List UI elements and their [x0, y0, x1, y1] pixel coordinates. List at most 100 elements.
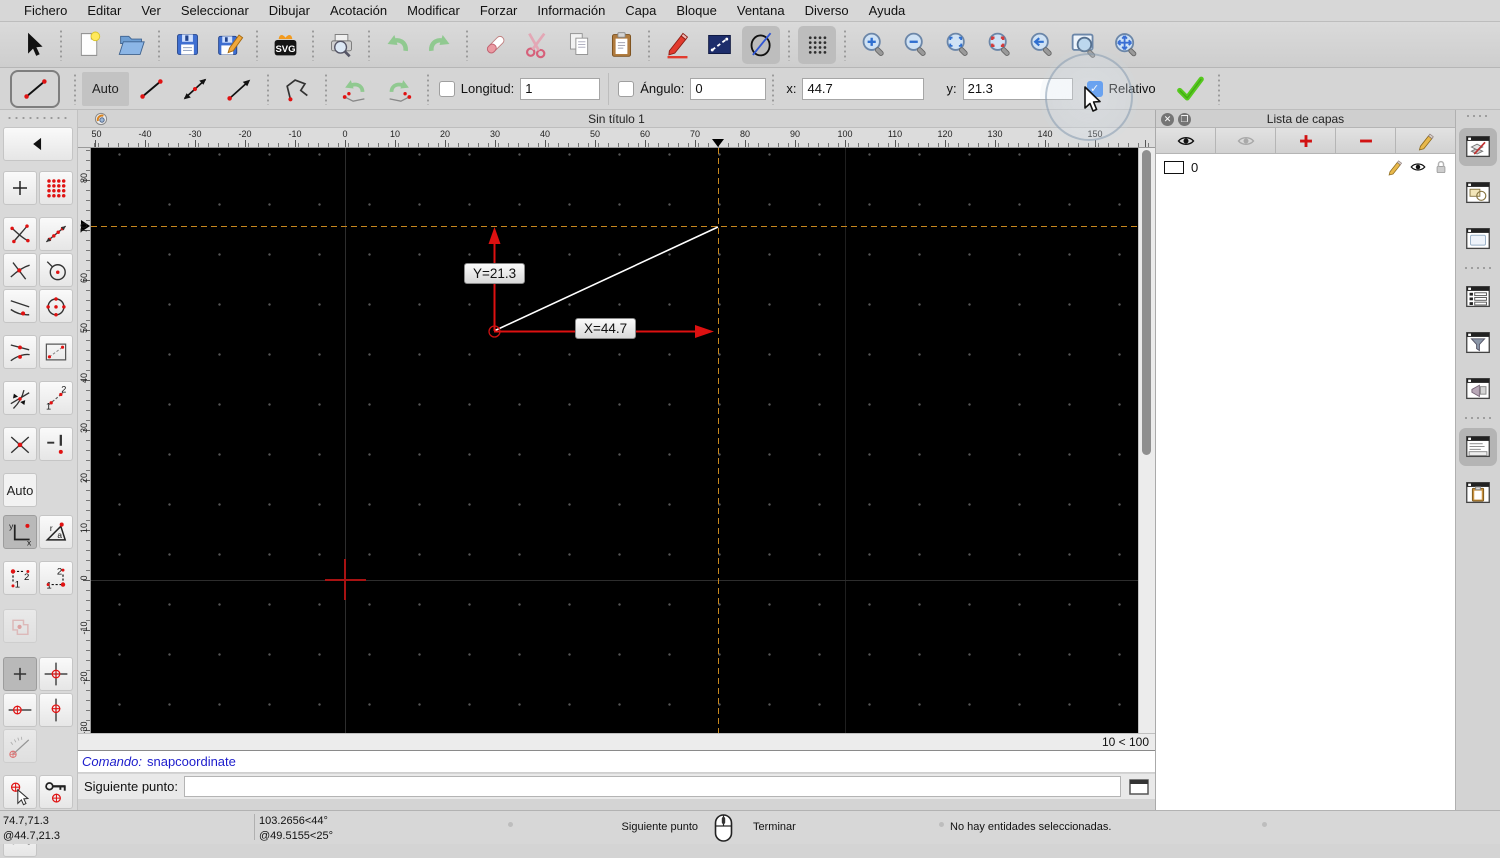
line-double-arrow-button[interactable] — [173, 72, 217, 106]
menu-item-ver[interactable]: Ver — [131, 3, 171, 18]
corner-1-2-button[interactable]: 12 — [3, 561, 37, 595]
snap-plus-button[interactable] — [3, 657, 37, 691]
arrow-cursor-button[interactable] — [14, 26, 52, 64]
copy-button[interactable] — [560, 26, 598, 64]
menu-item-bloque[interactable]: Bloque — [666, 3, 726, 18]
angle-dial-button[interactable] — [3, 729, 37, 763]
line-box-button[interactable] — [700, 26, 738, 64]
snap-intersection-button[interactable] — [3, 253, 37, 287]
current-tool-line-button[interactable] — [10, 69, 60, 108]
dock-entity-list-button[interactable] — [1459, 278, 1497, 316]
drawing-canvas[interactable]: Y=21.3 X=44.7 — [91, 148, 1138, 733]
auto-text-button[interactable]: Auto — [3, 473, 37, 507]
ellipse-slash-button[interactable] — [742, 25, 780, 64]
crosshair-full-button[interactable] — [39, 657, 73, 691]
toolbar-drag-handle[interactable] — [6, 114, 71, 122]
eraser-button[interactable] — [476, 26, 514, 64]
snap-nearest-button[interactable] — [3, 289, 37, 323]
line-arrow-button[interactable] — [217, 72, 261, 106]
segment-redo-button[interactable] — [377, 72, 421, 106]
layer-remove-button[interactable] — [1336, 128, 1396, 153]
coord-cartesian-button[interactable]: yx — [3, 515, 37, 549]
layer-edit-button[interactable] — [1396, 128, 1455, 153]
pick-coordinate-button[interactable] — [3, 775, 37, 809]
dock-clipboard-dock-button[interactable] — [1459, 474, 1497, 512]
save-button[interactable] — [168, 26, 206, 64]
layer-color-swatch[interactable] — [1164, 160, 1184, 174]
snap-on-entity-button[interactable] — [39, 217, 73, 251]
dock-quick-info-button[interactable] — [1459, 370, 1497, 408]
dock-selection-filter-button[interactable] — [1459, 324, 1497, 362]
grid-button[interactable] — [798, 25, 836, 64]
menu-item-fichero[interactable]: Fichero — [14, 3, 77, 18]
crosshair-v-button[interactable] — [39, 693, 73, 727]
dock-layer-list-button[interactable] — [1459, 128, 1497, 166]
restrict-nothing-button[interactable] — [39, 427, 73, 461]
zoom-pan-button[interactable] — [1106, 26, 1144, 64]
coord-polar-button[interactable]: ra — [39, 515, 73, 549]
zoom-window-button[interactable] — [1064, 26, 1102, 64]
menu-item-diverso[interactable]: Diverso — [795, 3, 859, 18]
horizontal-scrollbar[interactable]: 10 < 100 — [78, 733, 1155, 750]
snap-intersect-manual-button[interactable] — [3, 427, 37, 461]
cut-button[interactable] — [518, 26, 556, 64]
menu-item-forzar[interactable]: Forzar — [470, 3, 528, 18]
snap-dist-12-button[interactable]: 12 — [39, 381, 73, 415]
menu-item-acotación[interactable]: Acotación — [320, 3, 397, 18]
iso-view-button[interactable] — [3, 609, 37, 643]
snap-distance-button[interactable] — [39, 335, 73, 369]
snap-auto-button[interactable]: Auto — [82, 71, 129, 106]
command-input[interactable] — [183, 776, 1121, 797]
angulo-input[interactable] — [690, 77, 767, 100]
segment-undo-button[interactable] — [333, 72, 377, 106]
relativo-checkbox[interactable]: ✓ — [1086, 80, 1103, 97]
layer-row[interactable]: 0 — [1156, 156, 1455, 178]
toolbar-drag-handle[interactable] — [1465, 114, 1491, 122]
snap-grid-button[interactable] — [39, 171, 73, 205]
layer-edit-icon[interactable] — [1386, 158, 1404, 176]
zoom-in-button[interactable] — [854, 26, 892, 64]
zoom-auto-button[interactable] — [938, 26, 976, 64]
svg-export-button[interactable]: SVG — [266, 26, 304, 64]
layer-lock-icon[interactable] — [1432, 158, 1450, 176]
vertical-scrollbar[interactable] — [1138, 148, 1155, 733]
menu-item-capa[interactable]: Capa — [615, 3, 666, 18]
zoom-redraw-button[interactable] — [980, 26, 1018, 64]
eye-off-button[interactable] — [1216, 128, 1276, 153]
longitud-input[interactable] — [520, 77, 601, 100]
corner-2-1-button[interactable]: 12 — [39, 561, 73, 595]
snap-endpoint-button[interactable] — [3, 217, 37, 251]
confirm-button[interactable] — [1168, 72, 1212, 106]
key-crosshair-button[interactable] — [39, 775, 73, 809]
eye-button[interactable] — [1156, 128, 1216, 153]
snap-tangent-button[interactable] — [3, 381, 37, 415]
longitud-checkbox[interactable] — [438, 80, 455, 97]
crosshair-h-button[interactable] — [3, 693, 37, 727]
pen-button[interactable] — [658, 26, 696, 64]
menu-item-editar[interactable]: Editar — [77, 3, 131, 18]
layer-add-button[interactable] — [1276, 128, 1336, 153]
print-preview-button[interactable] — [322, 26, 360, 64]
snap-middle-button[interactable] — [3, 335, 37, 369]
snap-quadrant-button[interactable] — [39, 289, 73, 323]
document-tab-title[interactable]: Sin título 1 — [78, 112, 1155, 126]
command-options-icon[interactable] — [1129, 778, 1149, 795]
save-as-button[interactable] — [210, 26, 248, 64]
new-document-button[interactable] — [70, 26, 108, 64]
dock-library-browser-button[interactable] — [1459, 220, 1497, 258]
zoom-previous-button[interactable] — [1022, 26, 1060, 64]
menu-item-información[interactable]: Información — [527, 3, 615, 18]
redo-button[interactable] — [420, 26, 458, 64]
angulo-checkbox[interactable] — [618, 80, 635, 97]
dock-block-list-button[interactable] — [1459, 174, 1497, 212]
zoom-out-button[interactable] — [896, 26, 934, 64]
x-input[interactable] — [802, 77, 925, 100]
menu-item-ayuda[interactable]: Ayuda — [859, 3, 916, 18]
snap-center-button[interactable] — [39, 253, 73, 287]
open-folder-button[interactable] — [112, 26, 150, 64]
line-two-points-button[interactable] — [129, 72, 173, 106]
menu-item-ventana[interactable]: Ventana — [727, 3, 795, 18]
paste-button[interactable] — [602, 26, 640, 64]
vertical-scrollbar-thumb[interactable] — [1142, 150, 1151, 455]
snap-free-button[interactable] — [3, 171, 37, 205]
